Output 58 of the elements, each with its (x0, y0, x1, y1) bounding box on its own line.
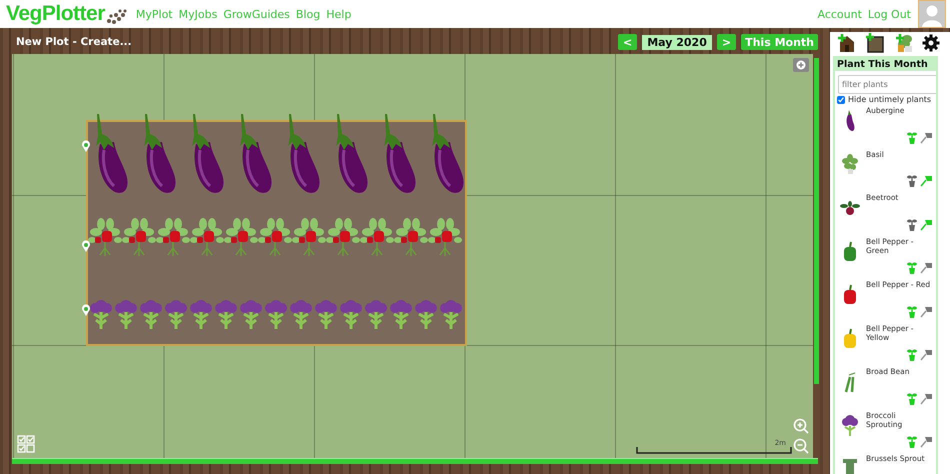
settings-icon[interactable] (922, 34, 940, 52)
pepper-plant-drawing (224, 218, 258, 258)
nav-link[interactable]: GrowGuides (223, 8, 290, 20)
broccoli-drawing (89, 300, 113, 330)
logo[interactable]: VegPlotter (6, 2, 105, 26)
filter-input[interactable]: filter plants (838, 75, 936, 94)
nav-link[interactable]: Blog (296, 8, 320, 20)
broccoli-drawing (389, 300, 413, 330)
pepper-plant-drawing (156, 218, 190, 258)
pepper-plant-drawing (428, 218, 462, 258)
broccoli-icon[interactable] (840, 414, 860, 436)
broccoli-drawing (139, 300, 163, 330)
month-label: May 2020 (642, 34, 712, 50)
broccoli-drawing (414, 300, 438, 330)
row-pin-icon[interactable] (81, 240, 91, 253)
broccoli-drawing (264, 300, 288, 330)
previous-month-button[interactable]: < (618, 34, 638, 50)
hide-checkbox[interactable] (837, 96, 845, 104)
pepper-plant-drawing (190, 218, 224, 258)
sprout-stalk-icon[interactable] (840, 458, 860, 474)
herb-icon[interactable] (840, 154, 860, 176)
pepper-plant-drawing (360, 218, 394, 258)
broccoli-drawing (289, 300, 313, 330)
pepper-plant-drawing (122, 218, 156, 258)
pepper-plant-drawing (292, 218, 326, 258)
horizontal-scrollbar[interactable] (12, 458, 818, 464)
row-pin-icon[interactable] (81, 304, 91, 317)
checkbox-label: Hide untimely plants (848, 95, 932, 104)
panel-title: Plant This Month (835, 58, 936, 71)
account-link[interactable]: Log Out (868, 8, 911, 20)
add-icon[interactable] (793, 58, 809, 72)
this-month-button[interactable]: This Month (741, 34, 818, 50)
broccoli-drawing (339, 300, 363, 330)
account-link[interactable]: Account (817, 8, 862, 20)
broccoli-drawing (214, 300, 238, 330)
pepper-plant-drawing (394, 218, 428, 258)
vertical-scrollbar[interactable] (814, 58, 819, 384)
pepper-plant-drawing (258, 218, 292, 258)
next-month-button[interactable]: > (716, 34, 736, 50)
broccoli-drawing (364, 300, 388, 330)
pepper-plant-drawing (326, 218, 360, 258)
broccoli-drawing (164, 300, 188, 330)
row-pin-icon[interactable] (81, 140, 91, 153)
nav-link[interactable]: MyPlot (136, 8, 173, 20)
nav-link[interactable]: Help (326, 8, 352, 20)
zoom-out-icon[interactable] (793, 438, 809, 454)
broccoli-drawing (314, 300, 338, 330)
broccoli-drawing (114, 300, 138, 330)
broccoli-drawing (189, 300, 213, 330)
broccoli-drawing (239, 300, 263, 330)
select-all-icon[interactable] (17, 435, 35, 453)
plot-title: New Plot - Create... (16, 36, 132, 48)
add-plant-icon[interactable] (894, 33, 914, 53)
zoom-in-icon[interactable] (793, 418, 809, 434)
pepper-plant-drawing (88, 218, 122, 258)
add-bed-icon[interactable] (865, 33, 886, 53)
broccoli-drawing (439, 300, 463, 330)
nav-link[interactable]: MyJobs (178, 8, 218, 20)
